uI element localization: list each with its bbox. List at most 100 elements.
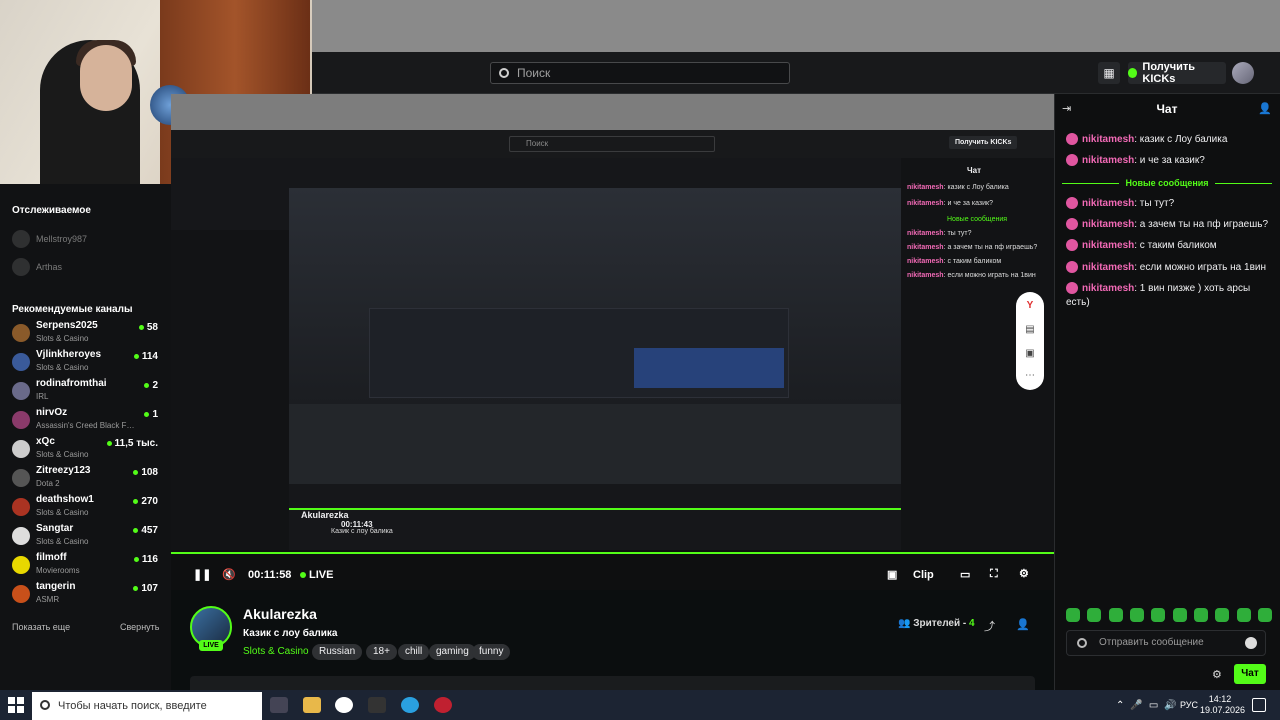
- get-kicks-label: Получить KICKs: [1142, 61, 1196, 85]
- tag-chip[interactable]: Russian: [312, 644, 363, 660]
- show-more-link[interactable]: Показать еще: [12, 622, 70, 632]
- yandex-icon[interactable]: Y: [1023, 300, 1037, 312]
- chat-username[interactable]: nikitamesh: [1082, 198, 1134, 209]
- chat-text: : казик с Лоу балика: [1134, 134, 1228, 145]
- emote-icon[interactable]: [1236, 608, 1251, 622]
- channel-item[interactable]: Zitreezy123 Dota 2 108: [12, 465, 162, 493]
- nested-chat-line: nikitamesh: если можно играть на 1вин: [907, 272, 1036, 279]
- video-player[interactable]: Поиск Получить KICKs Чат nikitamesh: каз…: [171, 94, 1054, 590]
- emote-icon[interactable]: [1172, 608, 1187, 622]
- app-h-icon[interactable]: [368, 697, 386, 713]
- nested-progress: [289, 508, 901, 510]
- channel-viewers: 457: [133, 525, 158, 536]
- emote-icon[interactable]: [1066, 608, 1080, 622]
- chat-username[interactable]: nikitamesh: [1082, 134, 1134, 145]
- pip-icon[interactable]: ▭: [960, 568, 970, 581]
- taskbar-search[interactable]: Чтобы начать поиск, введите: [32, 692, 262, 720]
- chat-users-icon[interactable]: 👤: [1258, 102, 1272, 115]
- windows-start-icon[interactable]: [8, 697, 24, 713]
- emote-icon[interactable]: [1257, 608, 1272, 622]
- emote-icon[interactable]: [1193, 608, 1208, 622]
- channel-item[interactable]: tangerin ASMR 107: [12, 581, 162, 609]
- channel-item[interactable]: nirvOz Assassin's Creed Black F… 1: [12, 407, 162, 435]
- below-panel: [190, 676, 1035, 690]
- translate-icon[interactable]: ▤: [1023, 324, 1037, 336]
- pause-icon[interactable]: ❚❚: [193, 568, 211, 581]
- streamer-name[interactable]: Akularezka: [243, 606, 317, 622]
- chat-username[interactable]: nikitamesh: [1082, 240, 1134, 251]
- stream-category[interactable]: Slots & Casino: [243, 646, 309, 657]
- telegram-icon[interactable]: [401, 697, 419, 713]
- chat-message-input[interactable]: Отправить сообщение: [1066, 630, 1266, 656]
- channel-item[interactable]: Vjlinkheroyes Slots & Casino 114: [12, 349, 162, 377]
- get-kicks-button[interactable]: Получить KICKs: [1128, 61, 1226, 85]
- following-item[interactable]: Arthas: [12, 258, 162, 276]
- yandex-browser-icon[interactable]: [335, 697, 353, 713]
- live-dot: [133, 469, 139, 475]
- progress-bar[interactable]: [171, 552, 1054, 554]
- fullscreen-icon[interactable]: ⛶: [990, 568, 998, 581]
- search-input[interactable]: Поиск: [490, 62, 790, 84]
- chat-settings-icon[interactable]: ⚙: [1212, 668, 1222, 681]
- chat-username[interactable]: nikitamesh: [1082, 262, 1134, 273]
- collapse-link[interactable]: Свернуть: [120, 622, 159, 632]
- channel-viewers: 11,5 тыс.: [106, 438, 158, 449]
- channel-item[interactable]: rodinafromthai IRL 2: [12, 378, 162, 406]
- live-badge: LIVE: [199, 640, 223, 651]
- emote-icon[interactable]: [1087, 608, 1102, 622]
- channel-item[interactable]: Serpens2025 Slots & Casino 58: [12, 320, 162, 348]
- chat-message: nikitamesh: а зачем ты на пф играешь?: [1066, 218, 1272, 232]
- chat-message: nikitamesh: 1 вин пизже ) хоть арсы есть…: [1066, 282, 1272, 310]
- more-icon[interactable]: ⋯: [1023, 370, 1037, 382]
- channel-category: Dota 2: [36, 479, 60, 488]
- channel-item[interactable]: Sangtar Slots & Casino 457: [12, 523, 162, 551]
- tag-chip[interactable]: gaming: [429, 644, 476, 660]
- emote-icon[interactable]: [1108, 608, 1123, 622]
- notification-icon[interactable]: [1252, 698, 1266, 712]
- theater-icon[interactable]: ▣: [887, 568, 897, 581]
- avatar: [12, 382, 30, 400]
- chat-username[interactable]: nikitamesh: [1082, 155, 1134, 166]
- user-avatar[interactable]: [1232, 62, 1254, 84]
- system-tray[interactable]: ⌃🎤▭🔊: [1116, 700, 1183, 711]
- tag-chip[interactable]: 18+: [366, 644, 397, 660]
- follow-icon[interactable]: 👤: [1016, 618, 1030, 631]
- tag-chip[interactable]: funny: [472, 644, 511, 660]
- explorer-icon[interactable]: [303, 697, 321, 713]
- channel-viewers: 107: [133, 583, 158, 594]
- clock[interactable]: 14:12 19.07.2026: [1200, 694, 1245, 716]
- nested-gray-bar: [171, 94, 1054, 130]
- clip-button[interactable]: Clip: [913, 569, 934, 581]
- emote-icon[interactable]: [1215, 608, 1230, 622]
- emote-icon[interactable]: [1129, 608, 1144, 622]
- chat-send-button[interactable]: Чат: [1234, 664, 1266, 684]
- pip-window-icon[interactable]: ▣: [1023, 348, 1037, 360]
- mute-icon[interactable]: 🔇: [222, 568, 236, 581]
- following-item[interactable]: Mellstroy987: [12, 230, 162, 248]
- avatar: [12, 258, 30, 276]
- kicks-icon: [1128, 68, 1138, 78]
- avatar: [12, 498, 30, 516]
- channel-item[interactable]: xQc Slots & Casino 11,5 тыс.: [12, 436, 162, 464]
- chat-message: nikitamesh: если можно играть на 1вин: [1066, 261, 1272, 275]
- chat-username[interactable]: nikitamesh: [1082, 283, 1134, 294]
- nested-video: [289, 188, 901, 484]
- chat-text: : если можно играть на 1вин: [1134, 262, 1266, 273]
- chat-username[interactable]: nikitamesh: [1082, 219, 1134, 230]
- share-icon[interactable]: ⤴: [984, 618, 995, 634]
- task-view-icon[interactable]: [270, 697, 288, 713]
- viewer-count: 👥 Зрителей - 4: [898, 618, 975, 629]
- browser-side-tools: Y ▤ ▣ ⋯: [1016, 292, 1044, 390]
- tag-chip[interactable]: chill: [398, 644, 430, 660]
- obs-icon[interactable]: [434, 697, 452, 713]
- language-indicator[interactable]: РУС: [1180, 700, 1198, 710]
- channel-category: Slots & Casino: [36, 334, 89, 343]
- settings-icon[interactable]: ⚙: [1019, 567, 1029, 580]
- channel-item[interactable]: filmoff Movierooms 116: [12, 552, 162, 580]
- user-badge-icon: [1066, 261, 1078, 274]
- layout-icon[interactable]: ▦: [1098, 62, 1120, 84]
- emoji-icon[interactable]: [1245, 637, 1257, 649]
- channel-item[interactable]: deathshow1 Slots & Casino 270: [12, 494, 162, 522]
- emote-icon[interactable]: [1151, 608, 1166, 622]
- channel-viewer-count: 270: [141, 496, 158, 507]
